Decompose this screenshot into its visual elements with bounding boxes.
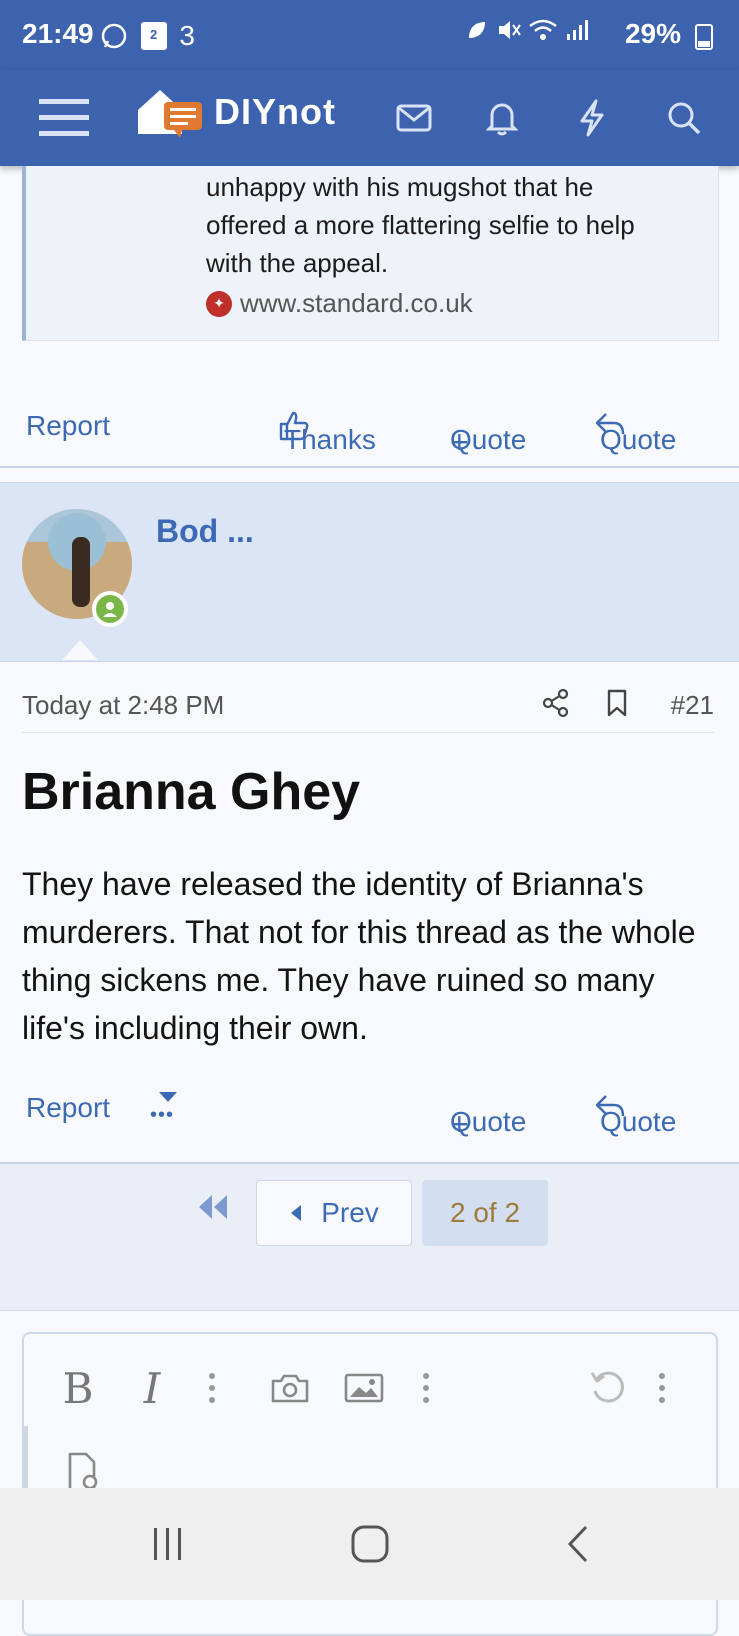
post-username[interactable]: Bod ... — [156, 513, 254, 550]
battery-icon — [695, 24, 713, 50]
image-icon[interactable] — [342, 1364, 386, 1412]
post-number[interactable]: #21 — [671, 690, 714, 721]
share-icon[interactable] — [542, 688, 570, 725]
post-title: Brianna Ghey — [22, 763, 361, 821]
reply-quote-label: Quote — [600, 424, 677, 455]
multi-quote-label: Quote — [450, 424, 527, 455]
undo-icon[interactable] — [586, 1364, 630, 1412]
post-timestamp[interactable]: Today at 2:48 PM — [22, 690, 224, 721]
battery-percentage: 29% — [624, 18, 681, 49]
post-divider — [0, 466, 739, 468]
reply-quote-button[interactable]: Quote — [594, 1092, 676, 1137]
calendar-icon: 2 — [140, 22, 167, 50]
prev-label: Prev — [321, 1197, 379, 1228]
signal-icon — [567, 20, 588, 40]
home-icon[interactable] — [340, 1518, 400, 1570]
menu-icon[interactable] — [34, 88, 94, 148]
preview-line: unhappy with his mugshot that he — [206, 172, 594, 202]
online-status-icon — [92, 591, 128, 627]
report-link[interactable]: Report — [26, 1092, 110, 1124]
whatsapp-icon — [101, 23, 127, 49]
site-header: DIYnot — [0, 70, 739, 166]
italic-icon[interactable]: I — [132, 1364, 172, 1413]
post-user-header: Bod ... — [0, 482, 739, 662]
status-time: 21:49 — [22, 18, 94, 49]
reply-quote-button[interactable]: Quote — [594, 410, 676, 455]
house-logo-icon — [138, 90, 202, 138]
lightning-icon[interactable] — [562, 88, 622, 148]
camera-icon[interactable] — [268, 1364, 312, 1412]
preview-line: offered a more flattering selfie to help — [206, 210, 635, 240]
site-name: DIYnot — [214, 91, 336, 132]
link-source[interactable]: ✦ www.standard.co.uk — [206, 288, 473, 319]
status-bar: 21:49 2 3 29% — [0, 0, 739, 70]
search-icon[interactable] — [654, 88, 714, 148]
thanks-button[interactable]: Thanks — [278, 410, 376, 455]
prev-page-button[interactable]: Prev — [256, 1180, 412, 1246]
post-actions: Report ••• + Quote Quote — [0, 1078, 739, 1142]
caret-left-icon — [291, 1205, 302, 1221]
pagination: Prev 2 of 2 — [0, 1162, 739, 1311]
more-dots: ••• — [150, 1104, 175, 1126]
mute-icon — [498, 21, 521, 39]
site-logo[interactable]: DIYnot — [134, 84, 336, 140]
reply-quote-label: Quote — [600, 1106, 677, 1137]
post-meta: Today at 2:48 PM #21 — [22, 688, 714, 733]
more-options-icon[interactable] — [650, 1364, 674, 1412]
avatar-figure — [72, 537, 90, 607]
status-right-icons — [465, 18, 589, 49]
leaf-icon — [468, 22, 485, 38]
report-link[interactable]: Report — [26, 410, 110, 442]
post-actions-prev: Report Thanks + Quote Quote — [0, 396, 739, 460]
post-body: They have released the identity of Brian… — [22, 866, 696, 1046]
mail-icon[interactable] — [384, 88, 444, 148]
more-options-icon[interactable] — [414, 1364, 438, 1412]
system-nav-bar — [0, 1488, 739, 1600]
back-icon[interactable] — [548, 1518, 608, 1570]
first-page-icon[interactable] — [196, 1192, 230, 1227]
favicon-icon: ✦ — [206, 290, 232, 317]
wifi-icon — [529, 19, 558, 40]
chevron-down-icon — [159, 1092, 177, 1102]
bell-icon[interactable] — [472, 88, 532, 148]
bookmark-icon[interactable] — [606, 688, 628, 725]
page-indicator[interactable]: 2 of 2 — [422, 1180, 548, 1246]
status-left-icons: 2 3 — [100, 20, 195, 52]
link-preview[interactable]: unhappy with his mugshot that he offered… — [22, 166, 719, 341]
post-pointer — [62, 640, 98, 660]
thanks-label: Thanks — [284, 424, 376, 455]
more-options-icon[interactable] — [200, 1364, 224, 1412]
three-network-icon: 3 — [179, 20, 195, 51]
link-preview-text: unhappy with his mugshot that he offered… — [206, 168, 696, 282]
more-actions-button[interactable]: ••• — [150, 1090, 178, 1126]
link-source-url: www.standard.co.uk — [240, 288, 473, 318]
bold-icon[interactable]: B — [58, 1364, 98, 1413]
preview-line: with the appeal. — [206, 248, 389, 278]
multi-quote-label: Quote — [450, 1106, 527, 1137]
recent-apps-icon[interactable] — [138, 1518, 198, 1570]
